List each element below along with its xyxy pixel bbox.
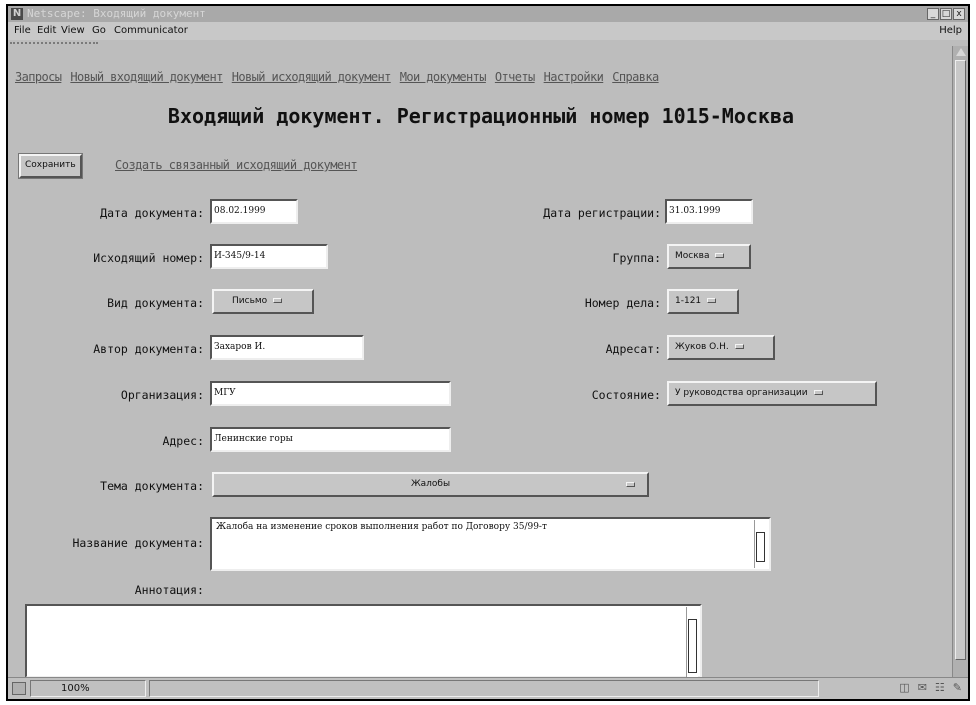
doc-date-field[interactable]: 08.02.1999: [210, 199, 298, 224]
dropdown-arrow-icon: [626, 482, 635, 487]
netscape-logo-icon: N: [11, 8, 23, 20]
doc-type-select-value: Письмо: [232, 296, 268, 306]
page-title: Входящий документ. Регистрационный номер…: [167, 104, 795, 128]
dropdown-arrow-icon: [707, 298, 717, 303]
doc-name-scroll-thumb[interactable]: [756, 532, 765, 562]
nav-link-new-incoming[interactable]: Новый входящий документ: [70, 70, 223, 84]
dropdown-arrow-icon: [734, 344, 744, 349]
nav-link-help[interactable]: Справка: [612, 70, 659, 84]
nav-links: Запросы Новый входящий документ Новый исхо…: [15, 70, 659, 84]
organization-field[interactable]: МГУ: [210, 381, 451, 406]
group-select-value: Москва: [675, 251, 710, 261]
addressee-select[interactable]: Жуков О.Н.: [667, 335, 775, 360]
annotation-textarea[interactable]: [25, 604, 702, 678]
address-label: Адрес:: [162, 434, 204, 448]
author-field[interactable]: Захаров И.: [210, 335, 364, 360]
state-label: Состояние:: [591, 388, 661, 402]
out-number-label: Исходящий номер:: [93, 251, 204, 265]
addressee-select-value: Жуков О.Н.: [675, 342, 729, 352]
group-label: Группа:: [612, 251, 661, 265]
security-lock-icon[interactable]: [12, 682, 26, 695]
browser-window: N Netscape: Входящий документ _ □ x File…: [6, 4, 970, 701]
menu-go[interactable]: Go: [92, 22, 106, 40]
topic-label: Тема документа:: [100, 479, 204, 493]
maximize-button[interactable]: □: [940, 8, 952, 20]
annotation-scroll-thumb[interactable]: [688, 619, 697, 673]
create-related-outgoing-link[interactable]: Создать связанный исходящий документ: [115, 158, 358, 172]
dropdown-arrow-icon: [273, 298, 283, 303]
address-field[interactable]: Ленинские горы: [210, 427, 451, 452]
nav-link-settings[interactable]: Настройки: [544, 70, 604, 84]
state-select[interactable]: У руководства организации: [667, 381, 877, 406]
menu-edit[interactable]: Edit: [37, 22, 56, 40]
doc-name-label: Название документа:: [72, 536, 204, 550]
dropdown-arrow-icon: [715, 253, 725, 258]
menu-file[interactable]: File: [14, 22, 31, 40]
composer-icon[interactable]: ✎: [953, 681, 962, 694]
doc-date-label: Дата документа:: [100, 206, 204, 220]
toolbar-grip[interactable]: [10, 42, 98, 44]
component-bar: ◫ ✉ ☷ ✎: [899, 681, 962, 694]
addressee-label: Адресат:: [605, 342, 661, 356]
page-scrollbar[interactable]: [952, 46, 968, 677]
status-bar: 100% ◫ ✉ ☷ ✎: [8, 677, 968, 699]
dropdown-arrow-icon: [813, 390, 823, 395]
minimize-button[interactable]: _: [927, 8, 939, 20]
progress-percent: 100%: [61, 683, 90, 694]
author-label: Автор документа:: [93, 342, 204, 356]
window-title: Netscape: Входящий документ: [27, 7, 206, 20]
window-controls: _ □ x: [927, 8, 965, 20]
topic-select-value: Жалобы: [410, 479, 451, 489]
page-scroll-thumb[interactable]: [955, 60, 966, 660]
status-message: [149, 680, 819, 697]
state-select-value: У руководства организации: [675, 388, 808, 398]
nav-link-my-documents[interactable]: Мои документы: [400, 70, 487, 84]
menu-communicator[interactable]: Communicator: [114, 22, 188, 40]
title-bar: N Netscape: Входящий документ _ □ x: [8, 6, 968, 22]
scroll-up-arrow-icon[interactable]: [956, 48, 966, 56]
annotation-scrollbar[interactable]: [686, 607, 698, 677]
close-button[interactable]: x: [953, 8, 965, 20]
save-button[interactable]: Сохранить: [18, 153, 83, 179]
reg-date-label: Дата регистрации:: [543, 206, 661, 220]
menu-help[interactable]: Help: [939, 22, 962, 40]
navigator-icon[interactable]: ◫: [899, 681, 909, 694]
page-content: Запросы Новый входящий документ Новый исхо…: [8, 46, 954, 678]
menu-view[interactable]: View: [61, 22, 85, 40]
nav-link-reports[interactable]: Отчеты: [495, 70, 535, 84]
case-number-label: Номер дела:: [584, 296, 661, 310]
case-number-select[interactable]: 1-121: [667, 289, 739, 314]
doc-name-textarea[interactable]: Жалоба на изменение сроков выполнения ра…: [210, 517, 771, 571]
reg-date-field[interactable]: 31.03.1999: [665, 199, 753, 224]
out-number-field[interactable]: И-345/9-14: [210, 244, 328, 269]
nav-link-new-outgoing[interactable]: Новый исходящий документ: [232, 70, 392, 84]
doc-name-scrollbar[interactable]: [754, 520, 766, 568]
doc-type-select[interactable]: Письмо: [212, 289, 314, 314]
discussion-icon[interactable]: ☷: [935, 681, 945, 694]
nav-link-requests[interactable]: Запросы: [15, 70, 62, 84]
doc-name-text: Жалоба на изменение сроков выполнения ра…: [216, 522, 547, 532]
case-number-select-value: 1-121: [675, 296, 702, 306]
annotation-label: Аннотация:: [134, 583, 204, 597]
progress-indicator: 100%: [30, 680, 146, 697]
mail-icon[interactable]: ✉: [918, 681, 927, 694]
menu-bar: File Edit View Go Communicator Help: [8, 22, 968, 40]
topic-select[interactable]: Жалобы: [212, 472, 649, 497]
organization-label: Организация:: [120, 388, 204, 402]
group-select[interactable]: Москва: [667, 244, 751, 269]
doc-type-label: Вид документа:: [107, 296, 204, 310]
